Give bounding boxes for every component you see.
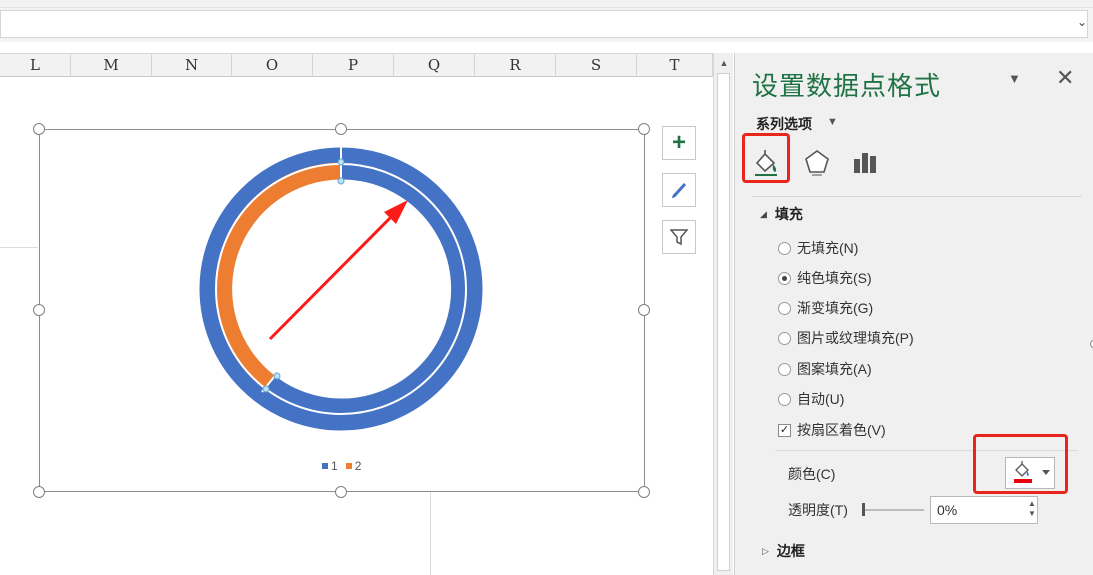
point-handle[interactable]	[262, 385, 270, 393]
radio-label: 自动(U)	[797, 391, 845, 407]
legend-label-2: 2	[354, 459, 362, 473]
point-handle[interactable]	[273, 372, 281, 380]
tab-fill-line[interactable]	[747, 143, 785, 181]
series-options-icon	[854, 153, 876, 173]
radio-label: 图案填充(A)	[797, 361, 872, 377]
legend-swatch-2	[345, 463, 352, 469]
radio-label: 渐变填充(G)	[797, 300, 874, 316]
pane-title: 设置数据点格式	[752, 72, 942, 102]
transparency-slider-track[interactable]	[862, 509, 924, 511]
inner-ring-slice-1[interactable]	[263, 162, 469, 416]
chart-elements-button[interactable]: +	[662, 126, 696, 160]
spin-buttons-icon[interactable]: ▲ ▼	[1026, 499, 1038, 523]
doughnut-chart[interactable]	[0, 0, 713, 575]
collapse-triangle-icon: ◢	[760, 208, 767, 219]
chart-styles-button[interactable]	[662, 173, 696, 207]
radio-automatic[interactable]: 自动(U)	[778, 388, 844, 410]
plus-icon: +	[671, 129, 686, 156]
brush-icon	[672, 182, 687, 198]
chart-filters-button[interactable]	[662, 220, 696, 254]
radio-no-fill[interactable]: 无填充(N)	[778, 237, 858, 259]
radio-button[interactable]	[778, 362, 791, 376]
resize-handle-top-right[interactable]	[638, 123, 650, 135]
color-picker-button[interactable]	[1005, 457, 1055, 489]
outer-ring-slice-1[interactable]	[199, 147, 483, 431]
transparency-slider-knob[interactable]	[862, 503, 865, 516]
transparency-input[interactable]: 0%	[930, 496, 1038, 524]
radio-button[interactable]	[778, 301, 791, 315]
radio-button[interactable]	[778, 392, 791, 406]
scrollbar-thumb[interactable]	[717, 73, 730, 571]
border-section-header[interactable]: ▷ 边框	[762, 541, 805, 561]
vertical-scrollbar[interactable]: ▲	[713, 53, 733, 575]
resize-handle-top-left[interactable]	[33, 123, 45, 135]
resize-handle-bottom-right[interactable]	[638, 486, 650, 498]
resize-handle-left[interactable]	[33, 304, 45, 316]
resize-handle-top[interactable]	[335, 123, 347, 135]
border-section-title: 边框	[776, 543, 805, 559]
resize-handle-right[interactable]	[638, 304, 650, 316]
radio-label: 图片或纹理填充(P)	[797, 330, 914, 346]
legend-label-1: 1	[331, 459, 338, 473]
close-icon[interactable]: ✕	[1056, 65, 1074, 91]
tab-effects[interactable]	[798, 143, 836, 181]
chart-legend[interactable]: 1 2	[322, 459, 361, 473]
radio-button[interactable]	[778, 331, 791, 345]
fill-section-title: 填充	[774, 206, 803, 222]
fill-section-header[interactable]: ◢ 填充	[760, 204, 803, 224]
color-label: 颜色(C)	[788, 466, 836, 482]
checkbox-label: 按扇区着色(V)	[797, 422, 886, 438]
radio-button[interactable]	[778, 241, 791, 255]
pane-options-dropdown-icon[interactable]: ▼	[1008, 71, 1021, 86]
tab-series-options[interactable]	[846, 143, 884, 181]
annotation-arrow-line	[268, 211, 397, 341]
radio-label: 纯色填充(S)	[797, 270, 872, 286]
resize-handle-bottom[interactable]	[335, 486, 347, 498]
radio-label: 无填充(N)	[797, 240, 859, 256]
paint-bucket-icon	[1014, 461, 1050, 483]
chevron-down-icon[interactable]: ▼	[827, 116, 838, 128]
filter-icon	[670, 229, 688, 246]
expand-triangle-icon: ▷	[762, 545, 769, 556]
fill-line-icon	[755, 150, 777, 176]
divider	[752, 196, 1082, 197]
resize-handle-bottom-left[interactable]	[33, 486, 45, 498]
transparency-label: 透明度(T)	[788, 502, 848, 518]
radio-button-selected[interactable]	[778, 271, 791, 285]
point-handle[interactable]	[337, 177, 345, 185]
legend-entry-1[interactable]: 1	[322, 459, 338, 473]
radio-gradient-fill[interactable]: 渐变填充(G)	[778, 297, 873, 319]
effects-icon	[805, 150, 829, 176]
radio-pattern-fill[interactable]: 图案填充(A)	[778, 358, 872, 380]
legend-entry-2[interactable]: 2	[345, 459, 362, 473]
checkbox-vary-colors[interactable]: ✓ 按扇区着色(V)	[778, 419, 886, 441]
point-handle[interactable]	[337, 158, 345, 166]
scroll-up-arrow-icon[interactable]: ▲	[717, 57, 731, 69]
series-options-dropdown[interactable]: 系列选项	[756, 114, 812, 134]
radio-picture-texture-fill[interactable]: 图片或纹理填充(P)	[778, 327, 914, 349]
radio-solid-fill[interactable]: 纯色填充(S)	[778, 267, 872, 289]
format-data-point-pane: 设置数据点格式 ▼ ✕ 系列选项 ▼ ◢ 填充 无填充(N) 纯色填充(S) 渐…	[734, 53, 1093, 575]
formula-expand-chevron-icon[interactable]: ⌄	[1075, 14, 1089, 30]
legend-swatch-1	[322, 463, 328, 469]
checkbox-checked[interactable]: ✓	[778, 423, 791, 437]
